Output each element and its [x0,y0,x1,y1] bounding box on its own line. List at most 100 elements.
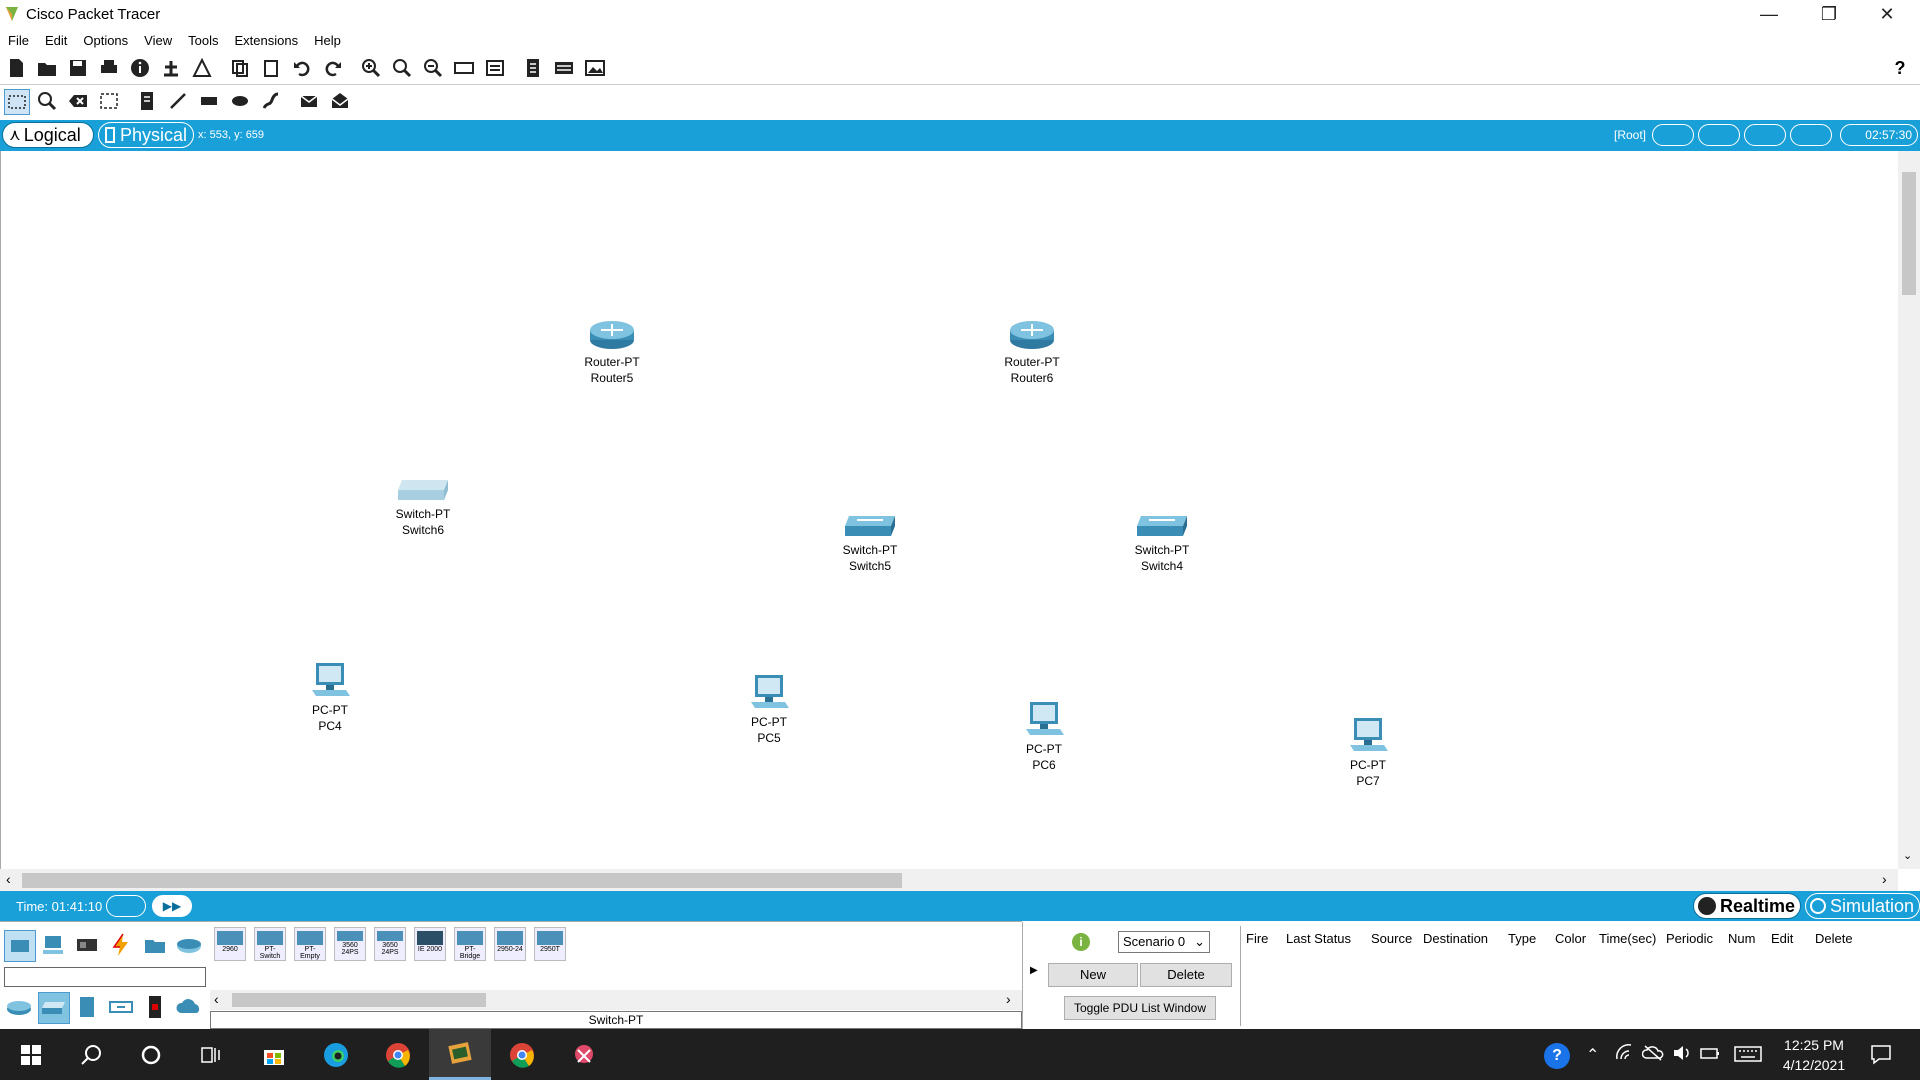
menu-edit[interactable]: Edit [37,30,75,48]
device-switch5[interactable]: Switch-PT Switch5 [815,514,925,574]
horizontal-scroll-thumb[interactable] [22,873,902,888]
device-switch4[interactable]: Switch-PT Switch4 [1107,514,1217,574]
components-category-icon[interactable] [72,930,102,960]
menu-file[interactable]: File [0,30,37,48]
resize-shape-icon[interactable] [97,89,121,113]
cortana-icon[interactable] [120,1029,182,1080]
toggle-pdu-list-button[interactable]: Toggle PDU List Window [1064,996,1216,1020]
zoom-reset-icon[interactable] [390,56,414,80]
wan-emulation-subcategory-icon[interactable] [174,992,204,1022]
collapse-arrow-icon[interactable]: ▶ [1030,965,1038,976]
switch-model-2950t[interactable]: 2950T [534,927,566,961]
pdu-list-icon[interactable] [521,56,545,80]
chevron-up-icon[interactable]: ⌃ [1586,1045,1599,1065]
device-pc6[interactable]: PC-PT PC6 [989,701,1099,773]
draw-rectangle-icon[interactable] [197,89,221,113]
vertical-scroll-thumb[interactable] [1902,172,1916,295]
drawing-palette-icon[interactable] [452,56,476,80]
zoom-in-icon[interactable] [359,56,383,80]
open-folder-icon[interactable] [35,56,59,80]
taskbar-clock[interactable]: 12:25 PM 4/12/2021 [1770,1035,1858,1075]
fast-forward-time-icon[interactable]: ▶▶ [152,895,192,917]
col-edit[interactable]: Edit [1771,931,1793,946]
freeform-icon[interactable] [259,89,283,113]
switch-model-ie2000[interactable]: IE 2000 [414,927,446,961]
notification-center-icon[interactable] [1870,1043,1892,1065]
onedrive-offline-icon[interactable] [1641,1043,1664,1063]
device-pc7[interactable]: PC-PT PC7 [1313,717,1423,789]
switches-subcategory-icon[interactable] [38,992,70,1024]
scroll-left-icon[interactable]: ‹ [214,991,219,1007]
root-breadcrumb[interactable]: [Root] [1614,128,1646,142]
col-type[interactable]: Type [1508,931,1536,946]
device-list-scrollbar[interactable]: ‹ › [210,990,1022,1010]
help-tray-icon[interactable]: ? [1544,1043,1570,1069]
switch-model-2950-24[interactable]: 2950-24 [494,927,526,961]
minimize-button[interactable]: — [1740,0,1798,30]
col-num[interactable]: Num [1728,931,1755,946]
select-tool-icon[interactable] [4,89,30,115]
switch-model-pt-switch[interactable]: PT-Switch [254,927,286,961]
device-list-scroll-thumb[interactable] [232,993,486,1007]
device-dialog-icon[interactable] [552,56,576,80]
end-devices-category-icon[interactable] [38,930,68,960]
menu-view[interactable]: View [136,30,180,48]
simulation-mode-button[interactable]: Simulation [1805,893,1920,919]
place-note-icon[interactable] [135,89,159,113]
task-view-icon[interactable] [180,1029,242,1080]
keyboard-icon[interactable] [1734,1045,1762,1063]
col-destination[interactable]: Destination [1423,931,1488,946]
device-switch6[interactable]: Switch-PT Switch6 [368,478,478,538]
power-cycle-devices-icon[interactable] [106,895,146,917]
add-complex-pdu-icon[interactable] [328,89,352,113]
snip-tool-icon[interactable] [553,1029,615,1080]
col-periodic[interactable]: Periodic [1666,931,1713,946]
chrome-browser-icon[interactable] [367,1029,429,1080]
horizontal-scrollbar[interactable]: ‹ › [0,869,1898,891]
move-object-icon[interactable] [1744,124,1786,146]
packet-tracer-taskbar-icon[interactable] [429,1029,491,1080]
switch-model-pt-empty[interactable]: PT-Empty [294,927,326,961]
windows-start-icon[interactable] [0,1029,62,1080]
help-icon[interactable]: ? [1888,56,1912,80]
security-subcategory-icon[interactable] [140,992,170,1022]
battery-icon[interactable] [1700,1045,1720,1061]
network-info-icon[interactable] [159,56,183,80]
back-icon[interactable] [1652,124,1694,146]
scroll-right-icon[interactable]: › [1882,871,1887,887]
menu-tools[interactable]: Tools [180,30,226,48]
menu-help[interactable]: Help [306,30,349,48]
switch-model-pt-bridge[interactable]: PT-Bridge [454,927,486,961]
switch-model-2960[interactable]: 2960 [214,927,246,961]
scroll-left-icon[interactable]: ‹ [6,871,11,887]
print-icon[interactable] [97,56,121,80]
image-viewer-icon[interactable] [583,56,607,80]
paste-icon[interactable] [259,56,283,80]
restore-button[interactable]: ❐ [1800,0,1858,30]
new-file-icon[interactable] [4,56,28,80]
multiuser-category-icon[interactable] [174,930,204,960]
cluster-icon[interactable] [1698,124,1740,146]
save-icon[interactable] [66,56,90,80]
device-router6[interactable]: Router-PT Router6 [977,318,1087,386]
hubs-subcategory-icon[interactable] [72,992,102,1022]
draw-ellipse-icon[interactable] [228,89,252,113]
routers-subcategory-icon[interactable] [4,992,34,1022]
realtime-mode-button[interactable]: Realtime [1693,893,1801,919]
info-icon[interactable]: i [1072,933,1090,951]
scenario-select[interactable]: Scenario 0 ⌄ [1118,931,1210,953]
col-fire[interactable]: Fire [1246,931,1268,946]
logical-workspace-button[interactable]: ⋏ Logical [2,122,94,148]
new-scenario-button[interactable]: New [1048,963,1138,987]
search-icon[interactable] [60,1029,122,1080]
device-search-input[interactable] [4,967,206,987]
device-pc5[interactable]: PC-PT PC5 [714,674,824,746]
draw-line-icon[interactable] [166,89,190,113]
inspect-tool-icon[interactable] [35,89,59,113]
volume-icon[interactable] [1672,1043,1692,1063]
info-icon[interactable] [128,56,152,80]
store-icon[interactable] [243,1029,305,1080]
col-time[interactable]: Time(sec) [1599,931,1656,946]
edge-browser-icon[interactable] [305,1029,367,1080]
switch-model-3650[interactable]: 3650 24PS [374,927,406,961]
